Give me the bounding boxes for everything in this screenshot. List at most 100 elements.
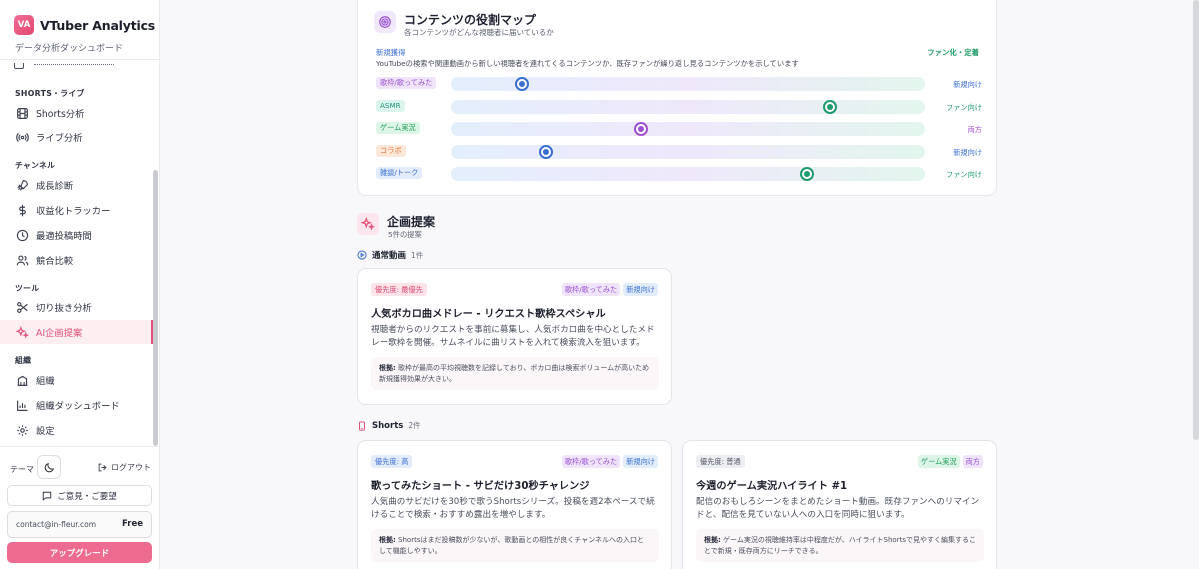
group-header-shorts: Shorts 2件 [357,420,421,431]
sidebar-item-live[interactable]: ライブ分析 [0,125,153,149]
audience-tag: 新規向け [623,283,658,296]
proposals-count: 5件の提案 [388,230,422,239]
basis-label: 根拠: [379,364,396,372]
brand-subtitle: データ分析ダッシュボード [15,44,124,54]
sidebar-item-ai-proposal[interactable]: AI企画提案 [0,320,153,344]
feedback-label: ご意見・ご要望 [57,491,117,502]
basis-text: Shortsはまだ投稿数が少ないが、歌動画との相性が良くチャンネルへの入口として… [379,536,645,555]
sidebar-scrollbar[interactable] [153,170,158,446]
proposal-title: 歌ってみたショート - サビだけ30秒チャレンジ [371,481,590,492]
content-map-row: ゲーム実況 両方 [376,120,982,136]
proposal-card[interactable]: 優先度: 普通 ゲーム実況 両方 今週のゲーム実況ハイライト #1 配信のおもし… [682,440,997,569]
audience-tag: 新規向け [623,455,658,468]
nav-section-tools: ツール [15,284,40,293]
category-tag: 歌枠/歌ってみた [561,283,621,296]
brand-name: VTuber Analytics [40,17,156,33]
sidebar-item-label: Shorts分析 [36,109,85,120]
sidebar-item-label: 組織ダッシュボード [36,401,120,412]
audience-position-marker [799,167,814,181]
legend-new-acquisition: 新規獲得 [376,48,406,57]
sidebar-item-growth[interactable]: 成長診断 [0,173,153,197]
sidebar-item-label: ライブ分析 [36,133,83,144]
sidebar-item-label: 切り抜き分析 [36,303,92,314]
sidebar: VA VTuber Analytics データ分析ダッシュボード SHORTS・… [0,0,160,569]
audience-scale-track [451,99,925,114]
account-email: contact@in-fleur.com [16,520,96,529]
group-header-regular-video: 通常動画 1件 [357,249,423,261]
sparkles-icon [15,325,29,339]
content-map-description: YouTubeの検索や関連動画から新しい視聴者を連れてくるコンテンツか、既存ファ… [376,59,799,68]
category-tag: 雑談/トーク [376,167,423,179]
brand[interactable]: VA VTuber Analytics [14,15,155,35]
audience-scale-track [451,167,925,181]
proposal-title: 今週のゲーム実況ハイライト #1 [696,481,848,492]
sidebar-item-settings[interactable]: 設定 [0,418,153,442]
logout-icon [98,463,107,472]
category-tag: コラボ [376,144,406,157]
category-tag: ASMR [376,99,405,112]
group-count: 1件 [411,250,424,260]
film-icon [15,106,29,120]
content-map-row: 雑談/トーク ファン向け [376,165,982,181]
page-scrollbar[interactable] [1193,0,1199,440]
audience-position-marker [823,99,838,114]
nav-section-channel: チャンネル [15,161,56,170]
nav-section-shorts-live: SHORTS・ライブ [15,89,85,98]
category-tag: ゲーム実況 [376,122,420,134]
broadcast-icon [15,130,29,144]
feedback-button[interactable]: ご意見・ご要望 [7,485,152,506]
logout-label: ログアウト [111,463,151,472]
nav-section-org: 組織 [15,356,32,365]
priority-badge: 優先度: 最優先 [371,283,427,296]
sidebar-item-best-time[interactable]: 最適投稿時間 [0,223,153,247]
phone-icon [359,420,365,431]
audience-tag: 両方 [962,455,983,468]
sidebar-item-org-dashboard[interactable]: 組織ダッシュボード [0,393,153,417]
sidebar-item-shorts[interactable]: Shorts分析 [0,101,153,125]
proposal-description: 配信のおもしろシーンをまとめたショート動画。既存ファンへのリマインドと、配信を見… [696,497,980,520]
content-role-map-card: コンテンツの役割マップ 各コンテンツがどんな視聴者に届いているか 新規獲得 ファ… [357,0,997,196]
tag-list: ゲーム実況 両方 [917,455,983,468]
rocket-icon [15,178,29,192]
audience-scale-track [451,144,925,159]
sidebar-footer: テーマ ログアウト ご意見・ご要望 contact@in-fleur.com F… [0,446,159,569]
audience-scale-track [451,122,925,136]
dollar-icon [15,203,29,217]
sidebar-item-clip-analysis[interactable]: 切り抜き分析 [0,295,153,319]
clock-icon [15,228,29,242]
upgrade-button[interactable]: アップグレード [7,542,152,563]
sidebar-item-partial[interactable] [14,61,124,71]
theme-toggle-button[interactable] [37,455,61,479]
audience-result-label: ファン向け [946,102,982,112]
proposal-basis: 根拠: 歌枠が最高の平均視聴数を記録しており、ボカロ曲は検索ボリュームが高いため… [371,357,659,390]
basis-label: 根拠: [704,536,721,544]
tag-list: 歌枠/歌ってみた 新規向け [561,283,658,296]
audience-result-label: 新規向け [953,80,982,89]
sidebar-item-monetization[interactable]: 収益化トラッカー [0,198,153,222]
sidebar-nav: SHORTS・ライブ Shorts分析 ライブ分析 チャンネル 成長診断 収益化… [0,60,153,446]
content-map-subtitle: 各コンテンツがどんな視聴者に届いているか [404,28,554,37]
logout-button[interactable]: ログアウト [98,462,151,473]
priority-badge: 優先度: 普通 [696,455,745,468]
bar-chart-icon [15,398,29,412]
building-icon [15,373,29,387]
brand-logo: VA [14,15,34,35]
content-map-row: ASMR ファン向け [376,98,982,114]
audience-position-marker [515,77,530,91]
sidebar-item-org[interactable]: 組織 [0,368,153,392]
content-map-row: 歌枠/歌ってみた 新規向け [376,75,982,91]
sidebar-item-label: 収益化トラッカー [36,206,111,217]
sidebar-item-competitors[interactable]: 競合比較 [0,248,153,272]
proposal-card[interactable]: 優先度: 最優先 歌枠/歌ってみた 新規向け 人気ボカロ曲メドレー - リクエス… [357,268,672,405]
legend-fan-retention: ファン化・定着 [927,48,979,57]
sidebar-item-label: 最適投稿時間 [36,231,92,242]
sidebar-item-label: 競合比較 [36,256,74,267]
proposal-card[interactable]: 優先度: 高 歌枠/歌ってみた 新規向け 歌ってみたショート - サビだけ30秒… [357,440,672,569]
basis-text: 歌枠が最高の平均視聴数を記録しており、ボカロ曲は検索ボリュームが高いため新規獲得… [379,364,650,383]
sidebar-item-label: AI企画提案 [36,328,83,339]
target-icon [374,11,396,33]
audience-result-label: 新規向け [953,147,982,157]
account-card[interactable]: contact@in-fleur.com Free [7,511,152,538]
plan-badge: Free [122,519,143,529]
scissors-icon [15,300,29,314]
